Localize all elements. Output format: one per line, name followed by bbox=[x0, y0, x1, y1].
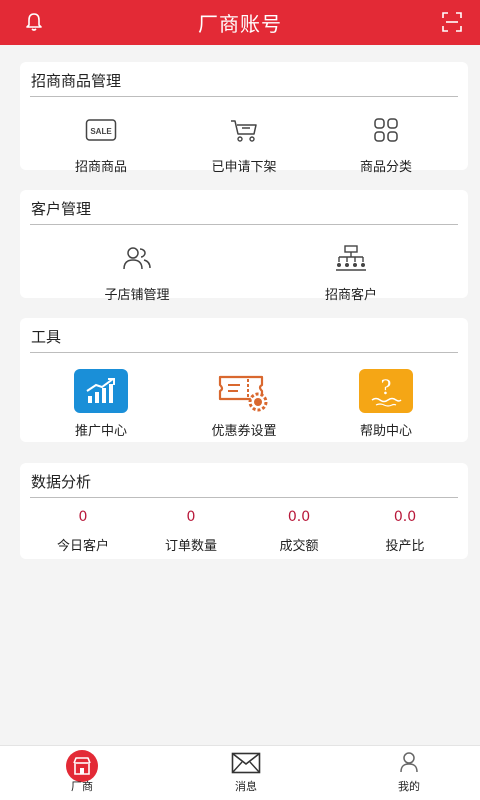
stat-today-customers[interactable]: 0 今日客户 bbox=[28, 509, 138, 554]
stat-value: 0 bbox=[78, 509, 88, 525]
tab-label: 我的 bbox=[398, 780, 420, 793]
card-title: 客户管理 bbox=[31, 200, 92, 218]
merchant-goods-card: 招商商品管理 SALE 招商商品 已申请下架 商品分类 bbox=[20, 62, 468, 175]
card-title: 招商商品管理 bbox=[31, 72, 122, 90]
item-label: 商品分类 bbox=[359, 160, 412, 175]
stat-label: 成交额 bbox=[279, 539, 319, 554]
divider bbox=[30, 497, 458, 498]
analytics-card: 数据分析 0 今日客户 0 订单数量 0.0 成交额 0.0 投产比 bbox=[20, 463, 468, 559]
item-label: 帮助中心 bbox=[359, 424, 412, 439]
promotion-center-button[interactable]: 推广中心 bbox=[41, 368, 161, 439]
divider bbox=[30, 352, 458, 353]
tab-merchant[interactable]: 厂商 bbox=[42, 746, 122, 800]
merchant-goods-button[interactable]: SALE 招商商品 bbox=[41, 110, 161, 175]
applied-delist-button[interactable]: 已申请下架 bbox=[184, 110, 304, 175]
tab-messages[interactable]: 消息 bbox=[206, 746, 286, 800]
stat-order-count[interactable]: 0 订单数量 bbox=[136, 509, 246, 554]
sub-store-button[interactable]: 子店铺管理 bbox=[77, 238, 197, 303]
card-title: 工具 bbox=[31, 328, 62, 346]
goods-category-button[interactable]: 商品分类 bbox=[326, 110, 446, 175]
divider bbox=[30, 96, 458, 97]
svg-text:?: ? bbox=[381, 375, 392, 399]
coupon-settings-button[interactable]: 优惠券设置 bbox=[184, 368, 304, 439]
stat-label: 投产比 bbox=[385, 539, 425, 554]
item-label: 招商商品 bbox=[74, 160, 127, 175]
bar-chart-icon bbox=[86, 378, 115, 403]
stat-value: 0.0 bbox=[287, 509, 311, 525]
help-icon: ? bbox=[371, 375, 402, 407]
user-icon bbox=[400, 752, 418, 773]
page-title: 厂商账号 bbox=[198, 12, 282, 36]
sale-tag-icon: SALE bbox=[85, 119, 117, 141]
stat-turnover[interactable]: 0.0 成交额 bbox=[244, 509, 354, 554]
merchant-customers-button[interactable]: 招商客户 bbox=[291, 238, 411, 303]
app-header: 厂商账号 bbox=[0, 0, 480, 45]
coupon-gear-icon bbox=[218, 375, 268, 412]
stat-label: 订单数量 bbox=[164, 539, 217, 554]
store-icon bbox=[73, 757, 91, 775]
stat-value: 0.0 bbox=[393, 509, 417, 525]
cart-remove-icon bbox=[231, 120, 257, 142]
svg-text:SALE: SALE bbox=[90, 127, 112, 136]
tab-label: 厂商 bbox=[71, 780, 93, 793]
tab-mine[interactable]: 我的 bbox=[369, 746, 449, 800]
bottom-tab-bar: 厂商 消息 我的 bbox=[0, 745, 480, 800]
item-label: 已申请下架 bbox=[211, 160, 277, 175]
stat-label: 今日客户 bbox=[56, 539, 109, 554]
help-center-button[interactable]: ? 帮助中心 bbox=[326, 368, 446, 439]
divider bbox=[30, 224, 458, 225]
item-label: 推广中心 bbox=[74, 424, 127, 439]
org-chart-icon bbox=[336, 245, 366, 271]
bell-icon[interactable] bbox=[24, 11, 44, 33]
tools-card: 工具 推广中心 优惠券设置 ? 帮助中心 bbox=[20, 318, 468, 442]
users-icon bbox=[123, 247, 151, 270]
scan-icon[interactable] bbox=[442, 12, 462, 32]
card-title: 数据分析 bbox=[31, 473, 92, 491]
item-label: 招商客户 bbox=[324, 288, 377, 303]
grid-icon bbox=[374, 118, 398, 142]
item-label: 优惠券设置 bbox=[211, 424, 277, 439]
tab-label: 消息 bbox=[235, 780, 257, 793]
stat-value: 0 bbox=[186, 509, 196, 525]
stat-roi[interactable]: 0.0 投产比 bbox=[350, 509, 460, 554]
mail-icon bbox=[231, 752, 261, 774]
item-label: 子店铺管理 bbox=[104, 288, 170, 303]
customer-card: 客户管理 子店铺管理 招商客户 bbox=[20, 190, 468, 303]
